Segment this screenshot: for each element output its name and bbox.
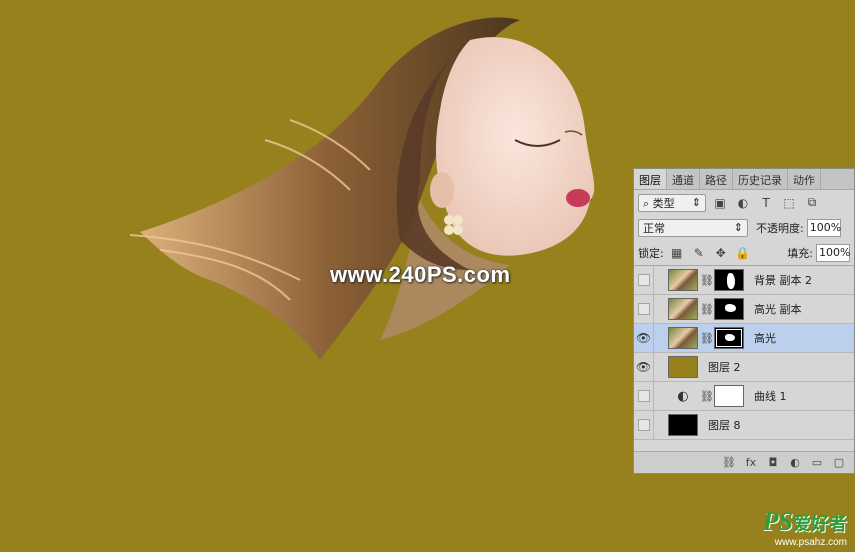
chevron-updown-icon: ⇕ [691, 196, 701, 209]
layer-row[interactable]: ◐ ⛓ 曲线 1 [634, 381, 854, 411]
new-layer-icon[interactable]: ▢ [828, 456, 850, 469]
eye-icon: 👁 [635, 360, 652, 374]
link-icon[interactable]: ⛓ [700, 390, 714, 403]
eye-hidden-icon [637, 390, 650, 402]
visibility-toggle[interactable] [634, 410, 654, 440]
fill-field[interactable]: 100% [816, 243, 850, 262]
logo-brand-cn: 爱好者 [793, 514, 847, 534]
panel-bottom-bar: ⛓ fx ◘ ◐ ▭ ▢ [634, 451, 854, 473]
layer-name: 曲线 1 [754, 390, 787, 403]
lock-position-icon[interactable]: ✥ [712, 244, 730, 262]
layer-thumbnail [668, 298, 698, 320]
link-layers-icon[interactable]: ⛓ [718, 456, 740, 469]
layers-panel: 图层 通道 路径 历史记录 动作 ⌕ 类型 ⇕ ▣ ◐ T ⬚ ⧉ 正常 ⇕ 不… [633, 168, 855, 474]
layer-mask-thumbnail[interactable] [714, 298, 744, 320]
opacity-field[interactable]: 100% [806, 218, 841, 237]
blend-row: 正常 ⇕ 不透明度: 100% [634, 215, 854, 240]
layer-row[interactable]: ⛓ 高光 副本 [634, 294, 854, 324]
logo-brand: PS [762, 507, 793, 536]
layer-thumbnail [668, 327, 698, 349]
layer-mask-thumbnail[interactable] [714, 385, 744, 407]
layer-thumbnail [668, 269, 698, 291]
tab-actions[interactable]: 动作 [788, 169, 821, 189]
filter-row: ⌕ 类型 ⇕ ▣ ◐ T ⬚ ⧉ [634, 190, 854, 215]
adjustment-filter-icon[interactable]: ◐ [734, 194, 752, 212]
lock-pixels-icon[interactable]: ✎ [690, 244, 708, 262]
layer-row-selected[interactable]: 👁 ⛓ 高光 [634, 323, 854, 353]
layer-thumbnail [668, 356, 698, 378]
ear [430, 172, 454, 208]
logo-url: www.psahz.com [774, 537, 847, 548]
add-mask-icon[interactable]: ◘ [762, 456, 784, 469]
blend-mode-value: 正常 [643, 221, 665, 235]
new-adjustment-icon[interactable]: ◐ [784, 456, 806, 469]
visibility-toggle[interactable]: 👁 [634, 352, 654, 382]
link-icon[interactable]: ⛓ [700, 332, 714, 345]
shape-filter-icon[interactable]: ⬚ [780, 194, 798, 212]
layer-mask-thumbnail[interactable] [714, 327, 744, 349]
search-icon: ⌕ [643, 196, 650, 210]
lock-row: 锁定: ▦ ✎ ✥ 🔒 填充: 100% [634, 240, 854, 265]
blend-mode-select[interactable]: 正常 ⇕ [638, 218, 748, 237]
layer-name: 高光 [754, 332, 776, 345]
opacity-label: 不透明度: [756, 221, 804, 235]
layer-name: 背景 副本 2 [754, 274, 812, 287]
fx-icon[interactable]: fx [740, 456, 762, 469]
adjustment-layer-icon: ◐ [677, 388, 689, 404]
layer-name: 图层 2 [708, 361, 741, 374]
tab-history[interactable]: 历史记录 [733, 169, 788, 189]
layer-name: 图层 8 [708, 419, 741, 432]
smart-object-filter-icon[interactable]: ⧉ [803, 194, 821, 212]
lock-all-icon[interactable]: 🔒 [734, 244, 752, 262]
visibility-toggle[interactable]: 👁 [634, 323, 654, 353]
link-icon[interactable]: ⛓ [700, 274, 714, 287]
chevron-updown-icon: ⇕ [733, 221, 743, 234]
panel-tabs: 图层 通道 路径 历史记录 动作 [634, 169, 854, 190]
lock-transparency-icon[interactable]: ▦ [668, 244, 686, 262]
tab-paths[interactable]: 路径 [700, 169, 733, 189]
corner-logo: PS爱好者 www.psahz.com [763, 507, 847, 548]
tab-layers[interactable]: 图层 [634, 169, 667, 189]
visibility-toggle[interactable] [634, 265, 654, 295]
filter-type-label: 类型 [652, 196, 675, 210]
visibility-toggle[interactable] [634, 381, 654, 411]
layer-row[interactable]: 图层 8 [634, 410, 854, 440]
layer-thumbnail [668, 414, 698, 436]
layer-row[interactable]: ⛓ 背景 副本 2 [634, 265, 854, 295]
eye-icon: 👁 [635, 331, 652, 345]
watermark-text: www.240PS.com [330, 262, 511, 287]
layer-row[interactable]: 👁 图层 2 [634, 352, 854, 382]
eye-hidden-icon [637, 303, 650, 315]
layer-mask-thumbnail[interactable] [714, 269, 744, 291]
layer-list: ⛓ 背景 副本 2 ⛓ 高光 副本 👁 ⛓ 高光 👁 图层 2 ◐ ⛓ 曲线 1… [634, 265, 854, 440]
link-icon[interactable]: ⛓ [700, 303, 714, 316]
type-filter-icon[interactable]: T [757, 194, 775, 212]
eye-hidden-icon [637, 274, 650, 286]
lock-label: 锁定: [638, 246, 664, 260]
lips [566, 189, 590, 207]
tab-channels[interactable]: 通道 [667, 169, 700, 189]
fill-label: 填充: [787, 246, 813, 260]
layer-filter-select[interactable]: ⌕ 类型 ⇕ [638, 193, 706, 212]
new-group-icon[interactable]: ▭ [806, 456, 828, 469]
image-filter-icon[interactable]: ▣ [711, 194, 729, 212]
layer-name: 高光 副本 [754, 303, 802, 316]
eye-hidden-icon [637, 419, 650, 431]
visibility-toggle[interactable] [634, 294, 654, 324]
